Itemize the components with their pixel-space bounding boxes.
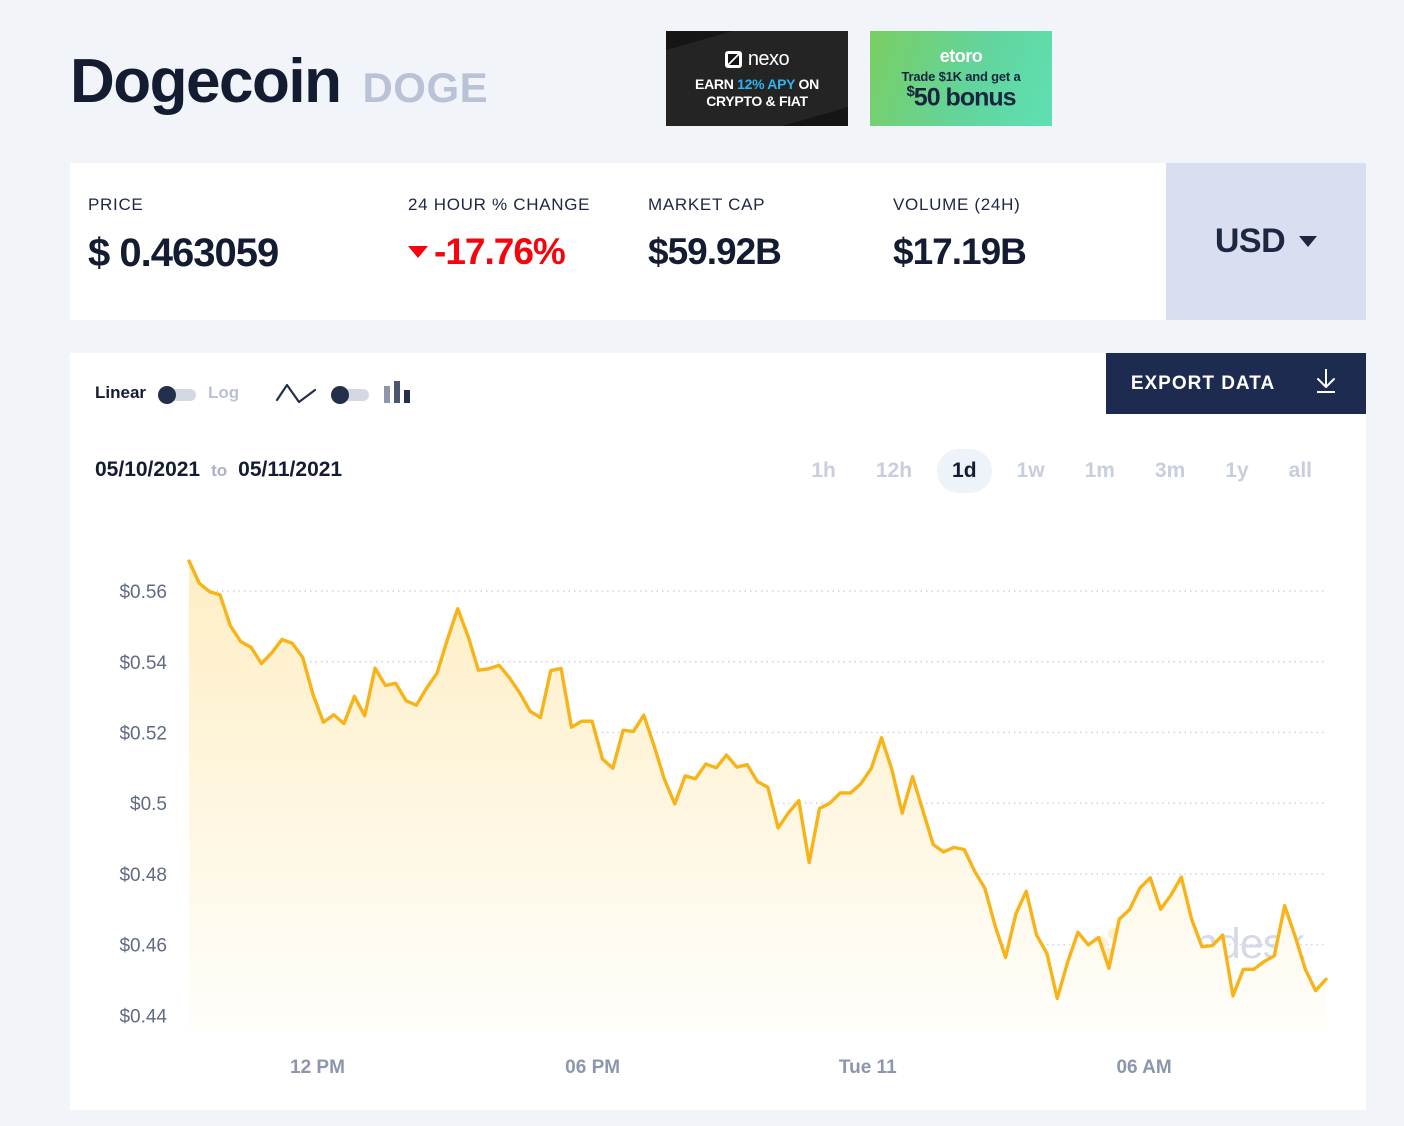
chart-y-tick-label: $0.54 bbox=[119, 653, 167, 674]
period-1y[interactable]: 1y bbox=[1210, 449, 1263, 493]
scale-log-label[interactable]: Log bbox=[208, 383, 239, 403]
period-12h[interactable]: 12h bbox=[861, 449, 927, 493]
ad-nexo[interactable]: nexo EARN 12% APY ON CRYPTO & FIAT bbox=[666, 31, 848, 126]
nexo-headline-highlight: 12% APY bbox=[737, 76, 795, 93]
page-root: Dogecoin DOGE nexo EARN 12% APY ON CRYPT… bbox=[0, 0, 1404, 1126]
currency-selector-value: USD bbox=[1214, 222, 1286, 260]
chart-type-toggle-group[interactable] bbox=[275, 379, 413, 407]
export-data-button[interactable]: EXPORT DATA bbox=[1106, 353, 1366, 414]
coin-ticker: DOGE bbox=[362, 64, 489, 111]
chart-y-tick-label: $0.46 bbox=[119, 936, 167, 957]
period-1d[interactable]: 1d bbox=[937, 449, 992, 493]
chart-y-tick-label: $0.44 bbox=[119, 1006, 167, 1027]
advertisement-row: nexo EARN 12% APY ON CRYPTO & FIAT etoro… bbox=[666, 31, 1052, 126]
chart-x-axis-labels: 12 PM 06 PM Tue 11 06 AM bbox=[290, 1057, 1172, 1078]
nexo-brand-label: nexo bbox=[747, 48, 790, 71]
date-range-separator: to bbox=[211, 461, 228, 480]
download-icon bbox=[1311, 366, 1341, 401]
period-1h[interactable]: 1h bbox=[796, 449, 851, 493]
scale-toggle-knob bbox=[158, 385, 177, 404]
chart-x-tick-label: 06 AM bbox=[1116, 1057, 1171, 1078]
chart-area-fill bbox=[189, 560, 1326, 1033]
etoro-bonus-label: 50 bonus bbox=[913, 82, 1017, 111]
stat-change-value-wrap: -17.76% bbox=[408, 231, 648, 273]
period-1w[interactable]: 1w bbox=[1002, 449, 1060, 493]
stat-market-cap-label: MARKET CAP bbox=[648, 195, 766, 214]
stat-price-value: $ 0.463059 bbox=[88, 231, 279, 275]
nexo-headline-1: EARN 12% APY ON bbox=[695, 76, 819, 92]
nexo-headline-prefix: EARN bbox=[695, 76, 738, 93]
nexo-mark-icon bbox=[724, 51, 742, 69]
scale-toggle-group[interactable]: Linear Log bbox=[95, 383, 239, 404]
etoro-brand-label: etoro bbox=[939, 45, 983, 66]
price-chart-svg[interactable]: coindesk $0.56$0.54$0.52$0.5$0.48$0.46$0… bbox=[70, 528, 1366, 1088]
ad-etoro[interactable]: etoro Trade $1K and get a $50 bonus bbox=[870, 31, 1052, 126]
bar-chart-icon[interactable] bbox=[383, 379, 413, 407]
chart-x-tick-label: 12 PM bbox=[290, 1057, 345, 1078]
currency-selector[interactable]: USD bbox=[1166, 163, 1366, 320]
period-selector: 1h 12h 1d 1w 1m 3m 1y all bbox=[796, 449, 1327, 493]
chevron-down-icon bbox=[1299, 236, 1318, 247]
date-range-to[interactable]: 05/11/2021 bbox=[238, 458, 342, 482]
chart-y-tick-label: $0.48 bbox=[119, 865, 167, 886]
date-range[interactable]: 05/10/2021 to 05/11/2021 bbox=[95, 458, 342, 482]
etoro-headline-1: Trade $1K and get a bbox=[901, 68, 1021, 84]
stats-card: PRICE $ 0.463059 24 HOUR % CHANGE -17.76… bbox=[70, 163, 1366, 320]
line-chart-icon[interactable] bbox=[275, 380, 317, 406]
period-1m[interactable]: 1m bbox=[1070, 449, 1130, 493]
stat-volume-label: VOLUME (24H) bbox=[893, 195, 1021, 214]
nexo-headline-suffix: ON bbox=[794, 76, 820, 93]
chart-x-tick-label: 06 PM bbox=[565, 1057, 620, 1078]
stat-change-value: -17.76% bbox=[434, 231, 566, 272]
chart-y-axis-labels: $0.56 $0.54 $0.52 $0.5 $0.48 $0.46 $0.44 bbox=[119, 582, 167, 1027]
period-3m[interactable]: 3m bbox=[1140, 449, 1200, 493]
scale-linear-label[interactable]: Linear bbox=[95, 383, 146, 403]
coin-title: Dogecoin DOGE bbox=[70, 51, 488, 113]
nexo-logo: nexo bbox=[724, 48, 790, 71]
page-title: Dogecoin bbox=[70, 47, 342, 116]
stat-price: PRICE $ 0.463059 bbox=[88, 195, 408, 320]
chart-range-row: 05/10/2021 to 05/11/2021 1h 12h 1d 1w 1m… bbox=[95, 449, 1341, 498]
chart-card: Linear Log EXPORT DATA 05/10/2021 to 05/… bbox=[70, 353, 1366, 1110]
chart-y-tick-label: $0.5 bbox=[130, 794, 167, 815]
date-range-from[interactable]: 05/10/2021 bbox=[95, 458, 200, 482]
etoro-currency-symbol: $ bbox=[906, 82, 914, 100]
etoro-headline-2: $50 bonus bbox=[906, 82, 1017, 112]
nexo-headline-2: CRYPTO & FIAT bbox=[706, 92, 808, 109]
stats-list: PRICE $ 0.463059 24 HOUR % CHANGE -17.76… bbox=[70, 163, 1166, 320]
chart-x-tick-label: Tue 11 bbox=[839, 1057, 897, 1078]
stat-market-cap-value: $59.92B bbox=[648, 231, 782, 272]
scale-toggle-switch[interactable] bbox=[158, 385, 197, 404]
stat-market-cap: MARKET CAP $59.92B bbox=[648, 195, 893, 320]
period-all[interactable]: all bbox=[1274, 449, 1327, 493]
chart-type-toggle-knob bbox=[331, 385, 350, 404]
stat-volume-value: $17.19B bbox=[893, 231, 1027, 272]
chart-type-toggle-switch[interactable] bbox=[331, 385, 370, 404]
stat-price-label: PRICE bbox=[88, 195, 144, 214]
stat-change-label: 24 HOUR % CHANGE bbox=[408, 195, 591, 214]
export-data-label: EXPORT DATA bbox=[1130, 372, 1276, 394]
price-chart[interactable]: coindesk $0.56$0.54$0.52$0.5$0.48$0.46$0… bbox=[70, 528, 1366, 1088]
chart-y-tick-label: $0.56 bbox=[119, 582, 167, 603]
stat-change: 24 HOUR % CHANGE -17.76% bbox=[408, 195, 648, 320]
stat-volume: VOLUME (24H) $17.19B bbox=[893, 195, 1153, 320]
chart-y-tick-label: $0.52 bbox=[119, 723, 167, 744]
caret-down-icon bbox=[408, 246, 428, 258]
chart-toolbar: Linear Log bbox=[95, 379, 413, 407]
